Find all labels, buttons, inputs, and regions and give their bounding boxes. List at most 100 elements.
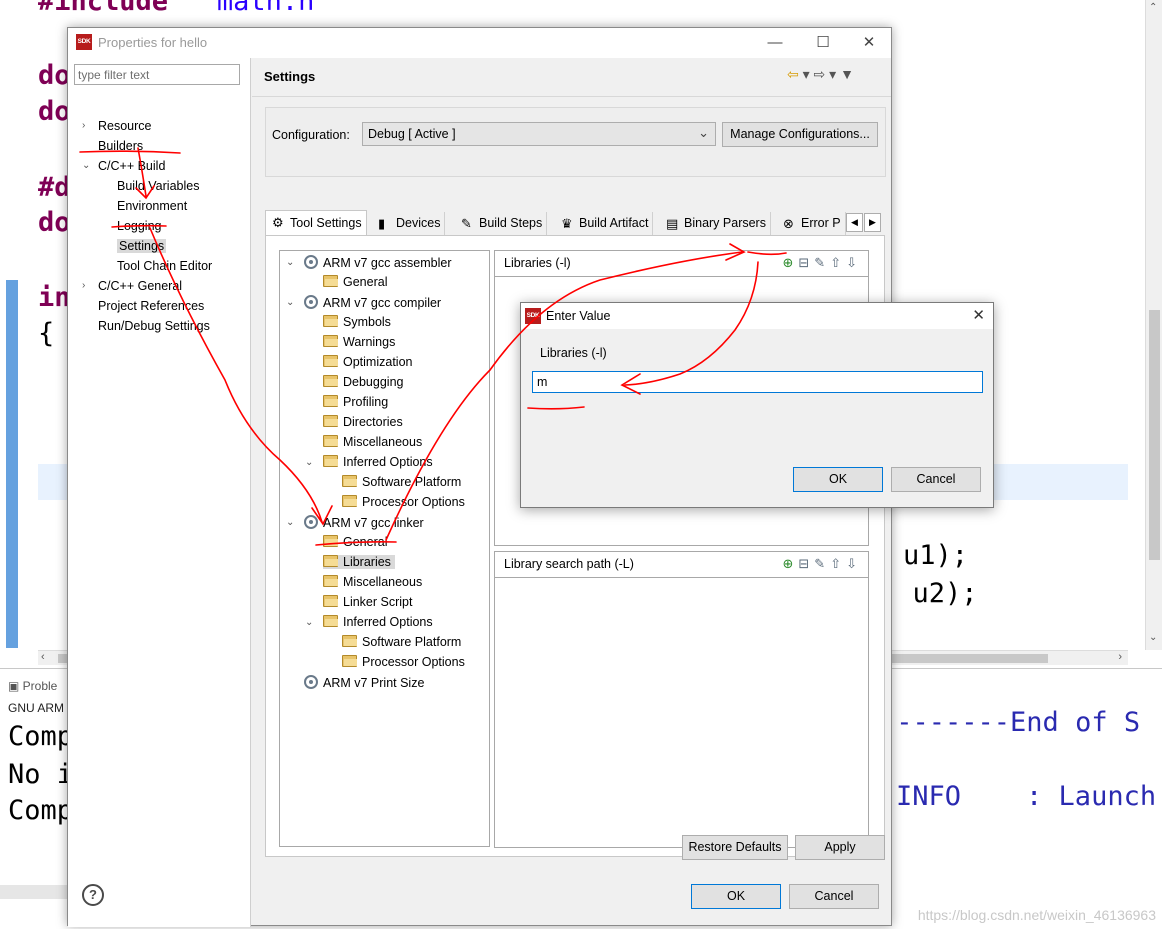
tree-node[interactable]: General	[323, 275, 387, 289]
forward-arrow-icon[interactable]: ⇨	[814, 66, 826, 82]
tab-scroll-right-icon[interactable]: ▶	[864, 213, 881, 232]
enter-value-titlebar[interactable]: SDK Enter Value ✕	[521, 303, 993, 329]
problems-tab[interactable]: ▣ Proble	[8, 679, 57, 693]
library-search-path-header: Library search path (-L) ⊕⊟✎⇧⇩	[495, 552, 868, 578]
chevron-right-icon[interactable]: ›	[82, 280, 85, 291]
code-line: #d	[38, 172, 71, 203]
scroll-right-icon[interactable]: ›	[1118, 651, 1122, 663]
nav-item[interactable]: Tool Chain Editor	[117, 259, 212, 273]
history-nav[interactable]: ⇦ ▾ ⇨ ▾ ▼	[787, 66, 854, 83]
library-name-input[interactable]	[532, 371, 983, 393]
libraries-title: Libraries (-l)	[504, 256, 571, 270]
tab-scroll-left-icon[interactable]: ◀	[846, 213, 863, 232]
edit-icon[interactable]: ✎	[814, 255, 830, 270]
nav-item[interactable]: Build Variables	[117, 179, 199, 193]
maximize-icon[interactable]: ☐	[808, 32, 838, 54]
tree-node[interactable]: ARM v7 gcc assembler	[304, 255, 452, 270]
code-line: do	[38, 60, 71, 91]
move-down-icon[interactable]: ⇩	[846, 255, 862, 270]
back-dropdown-icon[interactable]: ▾	[803, 66, 810, 82]
tree-node[interactable]: Debugging	[323, 375, 403, 389]
chevron-down-icon[interactable]: ⌄	[82, 160, 90, 171]
nav-item[interactable]: Run/Debug Settings	[98, 319, 210, 333]
move-down-icon[interactable]: ⇩	[846, 556, 862, 571]
tree-node[interactable]: Inferred Options	[323, 455, 433, 469]
tree-node[interactable]: Processor Options	[342, 495, 465, 509]
close-icon[interactable]: ✕	[854, 32, 884, 54]
edit-icon[interactable]: ✎	[814, 556, 830, 571]
console-scrollbar[interactable]	[0, 885, 70, 899]
cancel-button[interactable]: Cancel	[789, 884, 879, 909]
tool-tree[interactable]: ⌄ ARM v7 gcc assembler General ⌄ ARM v7 gcc …	[279, 250, 490, 847]
tree-node[interactable]: Miscellaneous	[323, 435, 422, 449]
tree-node[interactable]: Profiling	[323, 395, 388, 409]
chevron-down-icon[interactable]: ⌄	[286, 297, 294, 308]
nav-item[interactable]: Settings	[117, 239, 167, 253]
scroll-left-icon[interactable]: ‹	[41, 651, 45, 663]
chevron-down-icon[interactable]: ⌄	[305, 457, 313, 468]
enter-value-label: Libraries (-l)	[540, 346, 607, 360]
tree-node[interactable]: Symbols	[323, 315, 391, 329]
view-menu-icon[interactable]: ▼	[840, 66, 854, 82]
close-icon[interactable]: ✕	[972, 306, 985, 324]
tree-node[interactable]: Software Platform	[342, 635, 461, 649]
tree-node[interactable]: ARM v7 gcc linker	[304, 515, 424, 530]
add-icon[interactable]: ⊕	[782, 255, 798, 270]
nav-item[interactable]: C/C++ Build	[98, 159, 165, 173]
tree-node[interactable]: Inferred Options	[323, 615, 433, 629]
chevron-right-icon[interactable]: ›	[82, 120, 85, 131]
nav-item[interactable]: Builders	[98, 139, 143, 153]
cancel-button[interactable]: Cancel	[891, 467, 981, 492]
chevron-down-icon[interactable]: ⌄	[305, 617, 313, 628]
tree-node[interactable]: Linker Script	[323, 595, 412, 609]
restore-defaults-button[interactable]: Restore Defaults	[682, 835, 788, 860]
library-search-path-list[interactable]: Library search path (-L) ⊕⊟✎⇧⇩	[494, 551, 869, 848]
scroll-down-icon[interactable]: ⌄	[1149, 632, 1157, 643]
tab[interactable]: ⚙ Tool Settings	[265, 210, 367, 236]
tree-node[interactable]: ARM v7 Print Size	[304, 675, 424, 690]
tab[interactable]: ▤ Binary Parsers	[660, 212, 771, 235]
tab[interactable]: ✎ Build Steps	[455, 212, 548, 235]
tree-node[interactable]: Libraries	[323, 555, 395, 569]
tree-node[interactable]: Warnings	[323, 335, 395, 349]
help-icon[interactable]: ?	[82, 884, 104, 906]
delete-icon[interactable]: ⊟	[798, 556, 814, 571]
move-up-icon[interactable]: ⇧	[830, 255, 846, 270]
editor-ruler	[6, 280, 18, 648]
console-line: Comp	[8, 795, 74, 826]
code-fragment: , u2);	[880, 578, 978, 609]
apply-button[interactable]: Apply	[795, 835, 885, 860]
move-up-icon[interactable]: ⇧	[830, 556, 846, 571]
filter-input[interactable]	[74, 64, 240, 85]
scroll-thumb[interactable]	[1149, 310, 1160, 560]
tab[interactable]: ♛ Build Artifact	[555, 212, 654, 235]
tree-node[interactable]: Processor Options	[342, 655, 465, 669]
dialog-titlebar[interactable]: SDK Properties for hello — ☐ ✕	[68, 28, 891, 58]
delete-icon[interactable]: ⊟	[798, 255, 814, 270]
ok-button[interactable]: OK	[793, 467, 883, 492]
forward-dropdown-icon[interactable]: ▾	[829, 66, 836, 82]
minimize-icon[interactable]: —	[760, 32, 790, 54]
nav-item[interactable]: Resource	[98, 119, 152, 133]
configuration-select[interactable]: Debug [ Active ] ⌄	[362, 122, 716, 146]
back-arrow-icon[interactable]: ⇦	[787, 66, 799, 82]
nav-item[interactable]: Environment	[117, 199, 187, 213]
tree-node[interactable]: Optimization	[323, 355, 412, 369]
tab[interactable]: ▮ Devices	[372, 212, 446, 235]
ok-button[interactable]: OK	[691, 884, 781, 909]
tab[interactable]: ⊗ Error P	[777, 212, 846, 235]
editor-vertical-scrollbar[interactable]: ⌃ ⌄	[1145, 0, 1162, 650]
tree-node[interactable]: ARM v7 gcc compiler	[304, 295, 441, 310]
tree-node[interactable]: Directories	[323, 415, 403, 429]
nav-item[interactable]: Project References	[98, 299, 204, 313]
nav-item[interactable]: C/C++ General	[98, 279, 182, 293]
manage-configurations-button[interactable]: Manage Configurations...	[722, 122, 878, 147]
add-icon[interactable]: ⊕	[782, 556, 798, 571]
scroll-up-icon[interactable]: ⌃	[1149, 2, 1157, 13]
tree-node[interactable]: General	[323, 535, 387, 549]
nav-item[interactable]: Logging	[117, 219, 162, 233]
tree-node[interactable]: Miscellaneous	[323, 575, 422, 589]
chevron-down-icon[interactable]: ⌄	[286, 517, 294, 528]
chevron-down-icon[interactable]: ⌄	[286, 257, 294, 268]
tree-node[interactable]: Software Platform	[342, 475, 461, 489]
